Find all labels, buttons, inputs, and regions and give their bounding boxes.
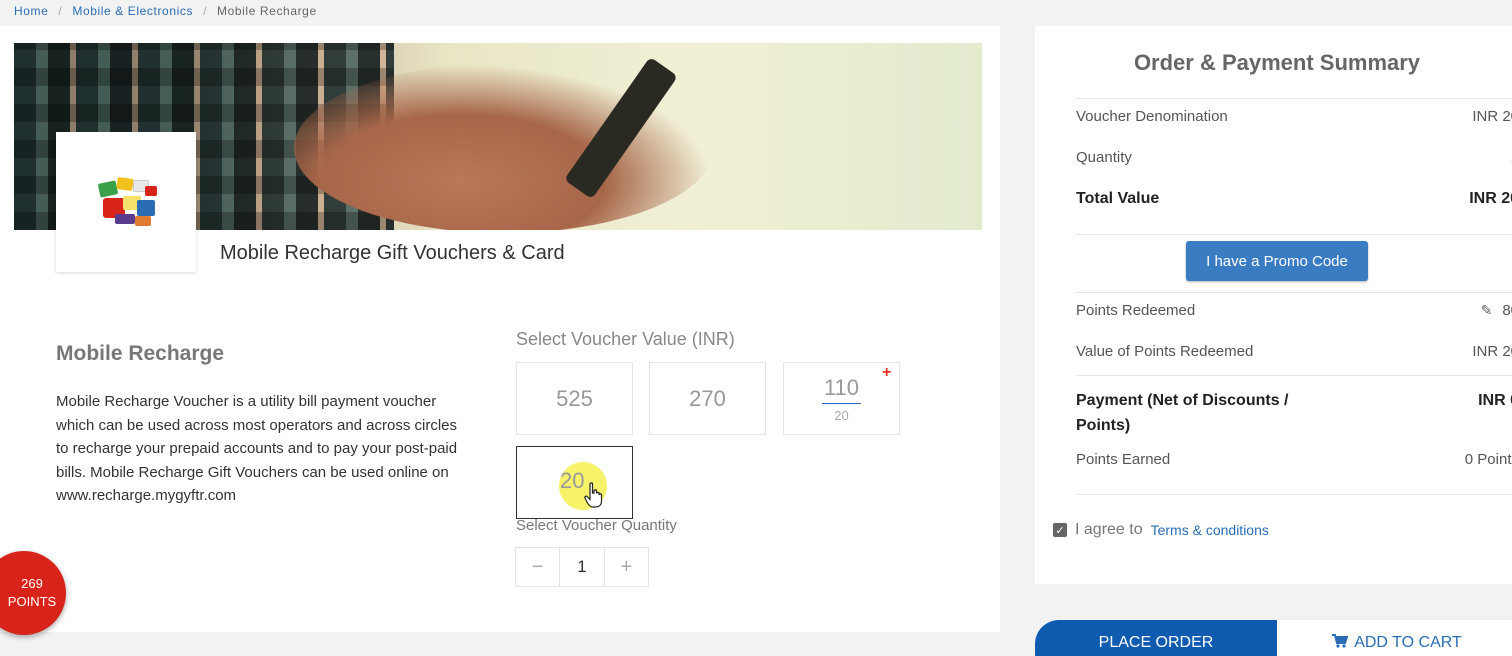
summary-value: 0 Points: [1464, 451, 1512, 468]
summary-value: INR 20: [1469, 190, 1512, 207]
product-card: Mobile Recharge Gift Vouchers & Card Mob…: [0, 26, 1000, 632]
terms-link[interactable]: Terms & conditions: [1151, 522, 1269, 538]
denomination-525[interactable]: 525: [516, 362, 633, 435]
promo-code-button[interactable]: I have a Promo Code: [1186, 241, 1368, 281]
denomination-label: 270: [689, 385, 726, 411]
summary-value: 80: [1502, 302, 1512, 319]
summary-label: Total Value: [1076, 190, 1160, 207]
voucher-value-heading: Select Voucher Value (INR): [516, 329, 735, 349]
more-denominations-icon[interactable]: +: [882, 364, 891, 382]
product-title: Mobile Recharge Gift Vouchers & Card: [220, 242, 565, 264]
order-summary-panel: Order & Payment Summary Voucher Denomina…: [1035, 26, 1512, 584]
terms-checkbox[interactable]: ✓: [1053, 523, 1067, 537]
divider: [1076, 292, 1512, 293]
summary-label: Points Earned: [1076, 451, 1171, 468]
summary-row-denomination: Voucher Denomination INR 20: [1076, 108, 1512, 125]
divider: [1076, 234, 1512, 235]
breadcrumb-separator: /: [58, 4, 63, 18]
breadcrumb-current: Mobile Recharge: [217, 4, 317, 18]
quantity-increase-button[interactable]: +: [605, 548, 648, 586]
denomination-label: 110: [821, 375, 862, 404]
breadcrumb-home[interactable]: Home: [14, 4, 48, 18]
summary-row-payment: Payment (Net of Discounts / Points) INR …: [1076, 388, 1512, 438]
quantity-decrease-button[interactable]: −: [516, 548, 559, 586]
breadcrumb-separator: /: [203, 4, 208, 18]
place-order-button[interactable]: PLACE ORDER: [1035, 620, 1277, 656]
add-to-cart-label: ADD TO CART: [1354, 634, 1462, 651]
summary-row-points-value: Value of Points Redeemed INR 20: [1076, 343, 1512, 360]
divider: [1076, 375, 1512, 376]
summary-row-quantity: Quantity 1: [1076, 149, 1512, 166]
summary-value: INR 0: [1478, 392, 1512, 409]
summary-row-points-earned: Points Earned 0 Points: [1076, 451, 1512, 468]
summary-value: INR 20: [1472, 343, 1512, 360]
description-text: Mobile Recharge Voucher is a utility bil…: [56, 393, 458, 504]
summary-label: Value of Points Redeemed: [1076, 343, 1254, 360]
cart-icon: [1332, 634, 1349, 648]
terms-agreement: ✓ I agree to Terms & conditions: [1053, 521, 1269, 539]
summary-label: Payment (Net of Discounts / Points): [1076, 392, 1289, 434]
description-heading: Mobile Recharge: [56, 342, 225, 365]
quantity-heading: Select Voucher Quantity: [516, 517, 677, 534]
breadcrumb-category[interactable]: Mobile & Electronics: [72, 4, 193, 18]
product-logo: [56, 132, 196, 272]
denomination-label: 525: [556, 385, 593, 411]
quantity-stepper: − 1 +: [515, 547, 649, 587]
pencil-edit-icon[interactable]: ✎: [1481, 302, 1493, 319]
selected-denomination-label: 20: [560, 468, 585, 493]
add-to-cart-button[interactable]: ADD TO CART: [1277, 620, 1512, 656]
summary-label: Points Redeemed: [1076, 302, 1196, 319]
summary-label: Voucher Denomination: [1076, 108, 1228, 125]
divider: [1076, 494, 1512, 495]
summary-title: Order & Payment Summary: [1133, 50, 1421, 75]
summary-label: Quantity: [1076, 149, 1132, 166]
summary-row-total: Total Value INR 20: [1076, 190, 1512, 208]
divider: [1076, 98, 1512, 99]
agree-label: I agree to: [1075, 521, 1143, 538]
denomination-270[interactable]: 270: [649, 362, 766, 435]
denomination-sub-label: 20: [834, 407, 849, 423]
summary-row-points-redeemed: Points Redeemed ✎ 80: [1076, 302, 1512, 319]
points-count: 269: [21, 576, 43, 591]
points-label: POINTS: [7, 594, 57, 609]
breadcrumb: Home / Mobile & Electronics / Mobile Rec…: [14, 4, 317, 18]
summary-value: INR 20: [1472, 108, 1512, 125]
quantity-value[interactable]: 1: [559, 548, 605, 586]
hand-cursor-icon: [584, 482, 603, 508]
